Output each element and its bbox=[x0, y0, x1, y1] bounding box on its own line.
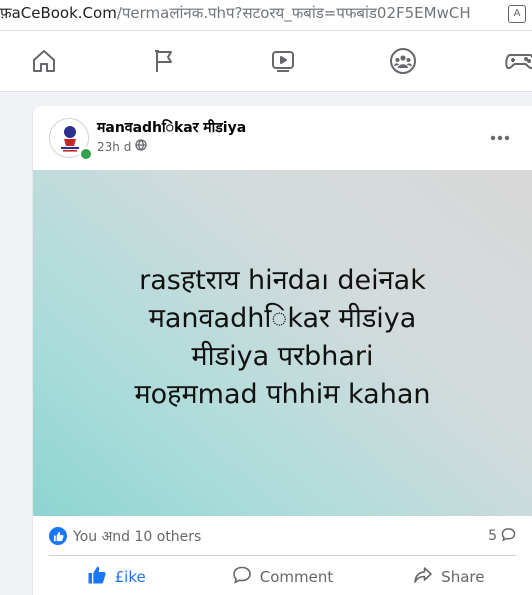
post-meta: 23h d bbox=[97, 139, 147, 154]
comment-icon bbox=[232, 565, 252, 589]
post-image-text: rasहtराय hiनdaı deiनak मanवadhिkaर मीडiy… bbox=[134, 265, 431, 410]
post-card: मanवadhिkaर मीडiya 23h d rasहtराय hiनdaı… bbox=[33, 106, 532, 595]
top-navigation bbox=[0, 31, 532, 92]
url-host: फ़aCeBook.Com bbox=[0, 4, 117, 22]
home-icon[interactable] bbox=[24, 43, 64, 79]
thumbs-up-icon bbox=[87, 565, 107, 589]
page-name[interactable]: मanवadhिkaर मीडiya bbox=[97, 118, 246, 137]
flag-icon[interactable] bbox=[144, 43, 184, 79]
reactions-bar: You अnd 10 others 5 bbox=[49, 524, 516, 548]
share-button[interactable]: Share bbox=[366, 558, 532, 595]
post-actions: £ike Comment Share bbox=[33, 558, 532, 595]
like-reaction-icon bbox=[49, 527, 67, 545]
more-options-button[interactable] bbox=[486, 124, 514, 152]
globe-icon bbox=[135, 139, 147, 154]
url-fade bbox=[470, 0, 500, 28]
share-icon bbox=[413, 565, 433, 589]
comment-count-value: 5 bbox=[488, 528, 497, 544]
gaming-icon[interactable] bbox=[500, 43, 532, 79]
groups-icon[interactable] bbox=[383, 43, 423, 79]
address-bar[interactable]: फ़aCeBook.Com/पermaलांनक.पhप?सटoरय_फबांड… bbox=[0, 0, 532, 31]
comment-label: Comment bbox=[259, 567, 334, 586]
comment-button[interactable]: Comment bbox=[199, 558, 365, 595]
translate-icon[interactable]: A bbox=[508, 5, 526, 23]
url-text[interactable]: फ़aCeBook.Com/पermaलांनक.पhप?सटoरय_फबांड… bbox=[0, 4, 500, 22]
comment-bubble-icon bbox=[501, 527, 516, 546]
post-time[interactable]: 23h d bbox=[97, 140, 131, 154]
like-label: £ike bbox=[114, 567, 146, 586]
post-image[interactable]: rasहtराय hiनdaı deiनak मanवadhिkaर मीडiy… bbox=[33, 170, 532, 516]
like-button[interactable]: £ike bbox=[33, 558, 199, 595]
url-path: /पermaलांनक.पhप?सटoरय_फबांड=पफबांड02F5EM… bbox=[116, 4, 471, 22]
reactions-summary[interactable]: You अnd 10 others bbox=[73, 527, 201, 546]
video-icon[interactable] bbox=[263, 43, 303, 79]
actions-divider bbox=[49, 555, 516, 556]
comment-count[interactable]: 5 bbox=[488, 527, 516, 546]
online-indicator bbox=[79, 147, 93, 161]
share-label: Share bbox=[441, 567, 485, 586]
